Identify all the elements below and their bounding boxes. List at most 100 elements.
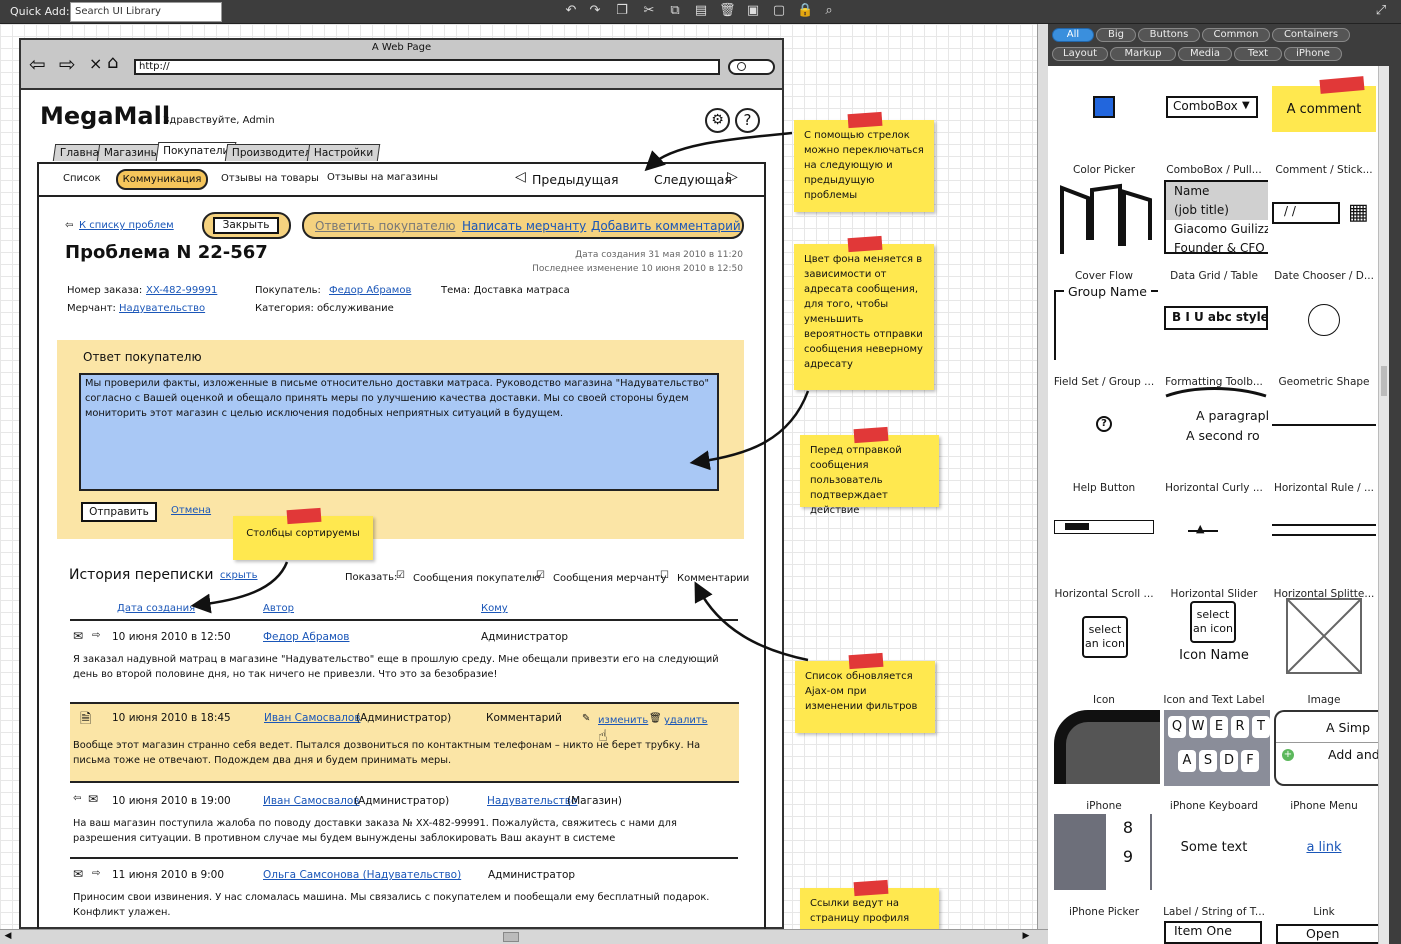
lib-image[interactable]: Image <box>1270 598 1378 710</box>
filter-layout[interactable]: Layout <box>1052 47 1108 61</box>
calendar-icon: ▦ <box>1348 200 1369 225</box>
lib-label: Data Grid / Table <box>1170 270 1258 282</box>
grid-preview: Name (job title) Giacomo Guilizz Founder… <box>1164 180 1268 254</box>
splitter-line <box>1272 524 1376 526</box>
date-field: / / <box>1272 202 1340 224</box>
lib-label: Date Chooser / D... <box>1274 270 1374 282</box>
lib-horizontal-slider[interactable]: ▲ Horizontal Slider <box>1160 498 1268 604</box>
filter-all[interactable]: All <box>1052 28 1094 42</box>
keyboard-preview: QWERT ASDF <box>1164 710 1270 786</box>
lib-color-picker[interactable]: Color Picker <box>1050 74 1158 180</box>
library-scrollbar[interactable] <box>1378 66 1389 944</box>
lib-label: Field Set / Group ... <box>1053 376 1155 388</box>
lib-label: ComboBox / Pull... <box>1166 164 1262 176</box>
lib-iphone-keyboard[interactable]: QWERT ASDF iPhone Keyboard <box>1160 710 1270 816</box>
lib-label: Horizontal Scroll ... <box>1054 588 1154 600</box>
annotation-arrows <box>190 131 810 662</box>
lib-label-string[interactable]: Some text Label / String of T... <box>1160 816 1268 922</box>
filter-text[interactable]: Text <box>1234 47 1282 61</box>
lib-data-grid[interactable]: Name (job title) Giacomo Guilizz Founder… <box>1160 180 1268 286</box>
lib-label: iPhone Menu <box>1290 800 1358 812</box>
iphone-preview <box>1054 710 1160 784</box>
fullscreen-icon[interactable]: ⤢ <box>1373 3 1389 19</box>
canvas-horizontal-scrollbar[interactable]: ◀ ▶ <box>0 929 1048 944</box>
scroll-preview <box>1054 520 1154 534</box>
lib-label: Icon <box>1093 694 1115 706</box>
slider-thumb-icon: ▲ <box>1196 522 1205 535</box>
picker-preview: 8 9 <box>1054 814 1160 890</box>
format-preview: B I U abc style <box>1164 306 1268 330</box>
link-preview: a link <box>1306 840 1342 855</box>
lib-label: Horizontal Slider <box>1170 588 1258 600</box>
add-icon: + <box>1282 749 1294 761</box>
icon-name: Icon Name <box>1179 648 1249 663</box>
cover-flow-preview <box>1060 183 1152 254</box>
lib-comment[interactable]: A comment Comment / Stick... <box>1270 74 1378 180</box>
circle-shape <box>1308 304 1340 336</box>
filter-markup[interactable]: Markup <box>1110 47 1176 61</box>
filter-containers[interactable]: Containers <box>1272 28 1350 42</box>
lib-label: iPhone <box>1086 800 1122 812</box>
lib-link[interactable]: a link Link <box>1270 816 1378 922</box>
paragraph-line: A paragrapl <box>1196 408 1270 423</box>
label-preview: Some text <box>1180 840 1248 855</box>
splitter-line <box>1272 534 1376 536</box>
lib-label: Link <box>1313 906 1335 918</box>
lib-label: Cover Flow <box>1074 270 1134 282</box>
help-icon: ? <box>1096 416 1112 432</box>
library-filter-bar: All Big Buttons Common Containers Layout… <box>1048 24 1401 66</box>
image-placeholder-icon <box>1286 598 1362 674</box>
ui-library-panel: All Big Buttons Common Containers Layout… <box>1048 24 1401 944</box>
filter-media[interactable]: Media <box>1178 47 1232 61</box>
color-swatch <box>1093 96 1115 118</box>
lib-horizontal-rule[interactable]: Horizontal Rule / ... <box>1270 392 1378 498</box>
filter-iphone[interactable]: iPhone <box>1284 47 1342 61</box>
fieldset-preview <box>1054 290 1158 360</box>
lib-horizontal-splitter[interactable]: Horizontal Splitte... <box>1270 498 1378 604</box>
paragraph-line: A second ro <box>1186 428 1260 443</box>
lib-help-button[interactable]: ? Help Button <box>1050 392 1158 498</box>
icon-preview: select an icon <box>1082 616 1128 658</box>
lib-label: Icon and Text Label <box>1163 694 1265 706</box>
lib-label: iPhone Keyboard <box>1169 800 1259 812</box>
lib-formatting-toolbar[interactable]: B I U abc style Formatting Toolb... <box>1160 286 1268 392</box>
lib-iphone-picker[interactable]: 8 9 iPhone Picker <box>1050 814 1160 922</box>
lib-label: Horizontal Curly ... <box>1165 482 1263 494</box>
lib-list-preview[interactable]: Item One <box>1164 921 1262 944</box>
scroll-left-icon[interactable]: ◀ <box>2 931 14 943</box>
icon-preview: select an icon <box>1190 601 1236 643</box>
lib-label: Horizontal Rule / ... <box>1273 482 1375 494</box>
lib-iphone[interactable]: iPhone <box>1050 710 1160 816</box>
lib-label: Color Picker <box>1072 164 1136 176</box>
canvas-vertical-scrollbar[interactable] <box>1037 24 1048 929</box>
scroll-right-icon[interactable]: ▶ <box>1020 931 1032 943</box>
filter-big[interactable]: Big <box>1096 28 1136 42</box>
lib-curly[interactable]: A paragrapl A second ro Horizontal Curly… <box>1160 387 1270 498</box>
lib-label: iPhone Picker <box>1068 906 1140 918</box>
lib-date-chooser[interactable]: / / ▦ Date Chooser / D... <box>1270 180 1378 286</box>
menu-preview: A Simp + Add and <box>1274 710 1378 786</box>
curly-brace-preview <box>1165 387 1267 398</box>
panel-edge <box>1389 66 1401 944</box>
lib-menu-preview[interactable]: Open <box>1276 924 1380 944</box>
lib-icon-text-label[interactable]: select an icon Icon Name Icon and Text L… <box>1160 601 1268 710</box>
scroll-thumb <box>1065 523 1089 530</box>
lib-geometric-shape[interactable]: Geometric Shape <box>1270 286 1378 392</box>
lib-label: Geometric Shape <box>1278 376 1370 388</box>
scroll-thumb[interactable] <box>1381 366 1387 396</box>
chevron-down-icon: ▼ <box>1242 100 1250 111</box>
lib-label: Image <box>1307 694 1341 706</box>
lib-field-set[interactable]: Group Name Field Set / Group ... <box>1050 284 1158 392</box>
lib-label: Label / String of T... <box>1163 906 1265 918</box>
fieldset-title: Group Name <box>1064 284 1151 299</box>
lib-label: Comment / Stick... <box>1275 164 1373 176</box>
rule-preview <box>1272 424 1376 426</box>
filter-common[interactable]: Common <box>1202 28 1270 42</box>
lib-combobox[interactable]: ComboBox ▼ ComboBox / Pull... <box>1160 74 1268 180</box>
lib-horizontal-scroll[interactable]: Horizontal Scroll ... <box>1050 498 1158 604</box>
lib-icon[interactable]: select an icon Icon <box>1050 604 1158 710</box>
lib-iphone-menu[interactable]: A Simp + Add and iPhone Menu <box>1270 710 1378 816</box>
filter-buttons[interactable]: Buttons <box>1138 28 1200 42</box>
scroll-thumb[interactable] <box>503 932 519 942</box>
lib-cover-flow[interactable]: Cover Flow <box>1050 180 1158 286</box>
